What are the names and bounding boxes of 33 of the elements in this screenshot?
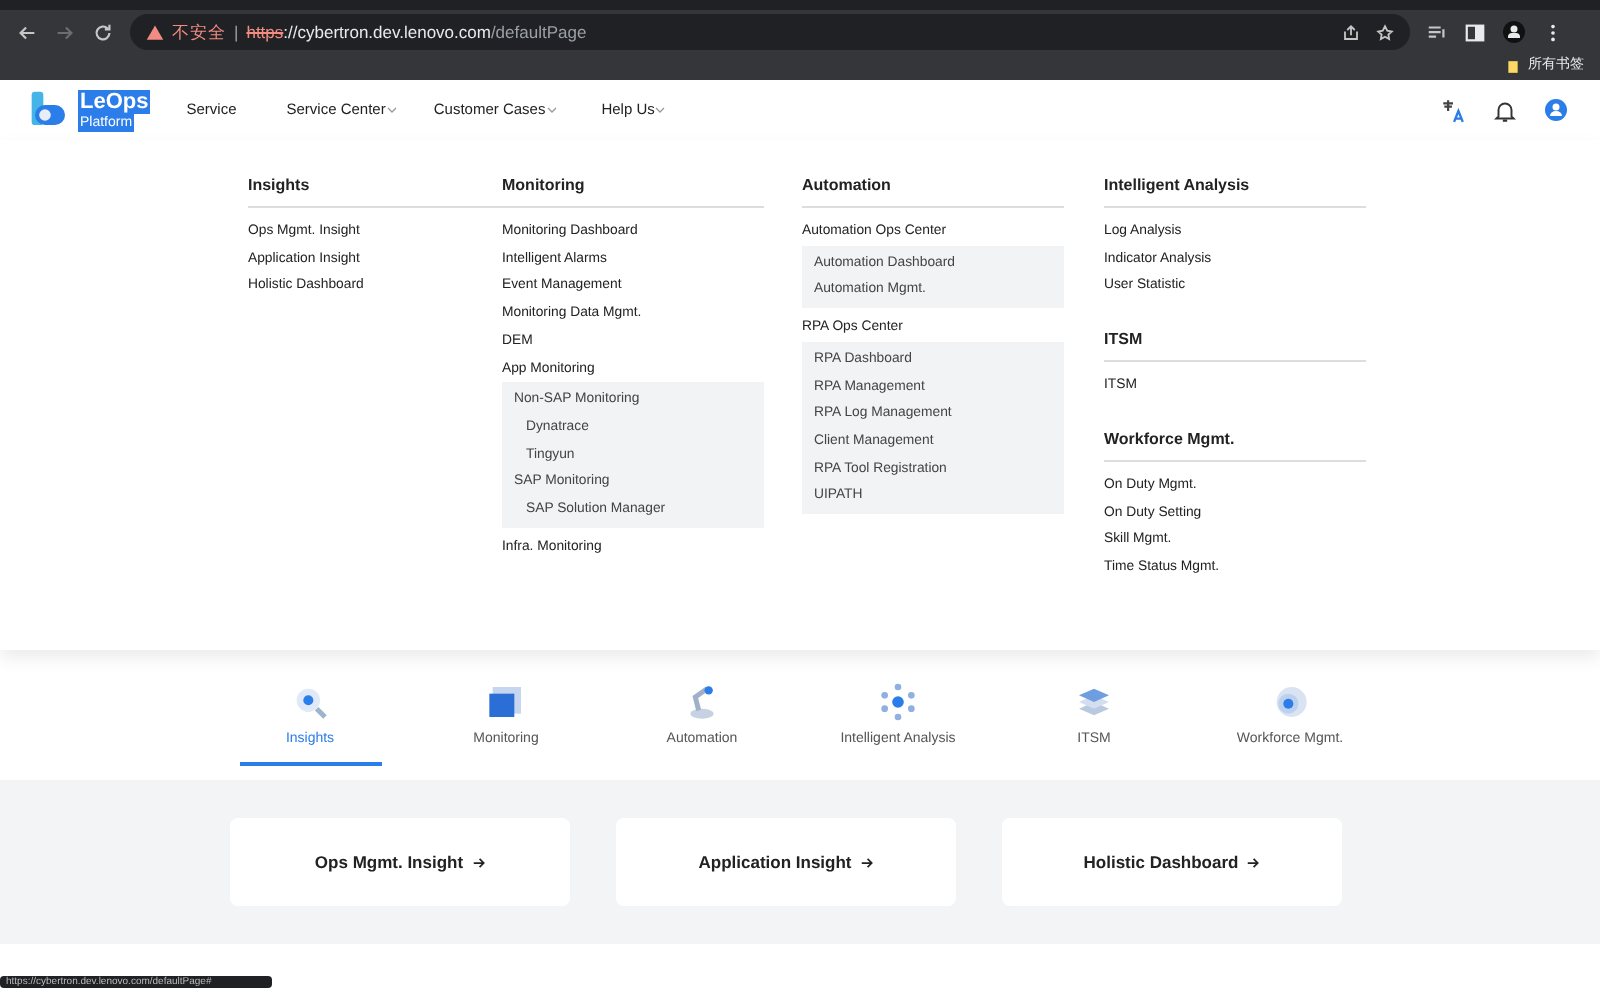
arrow-right-icon [1246,855,1261,869]
menu-heading: ITSM [1104,328,1366,363]
menu-heading: Monitoring [502,174,764,208]
translate-icon[interactable] [1440,97,1466,123]
shortcut-card[interactable]: Application Insight [616,818,956,906]
back-icon[interactable] [16,21,38,43]
menu-heading: Workforce Mgmt. [1104,427,1366,462]
address-bar[interactable]: 不安全 | https://cybertron.dev.lenovo.com/defaultPage [130,14,1410,50]
sidebar-icon[interactable] [1464,21,1486,43]
shortcut-card[interactable]: Holistic Dashboard [1002,818,1342,906]
chevron-down-icon [545,104,558,116]
bell-icon[interactable] [1492,97,1518,123]
arrow-right-icon [471,855,486,869]
folder-icon [1506,58,1520,76]
chevron-down-icon [654,104,667,116]
url-text: https://cybertron.dev.lenovo.com/defaultPage [246,19,587,45]
network-nodes-icon [878,682,918,722]
arrow-right-icon [859,855,874,869]
share-icon[interactable] [1342,23,1360,41]
security-warning: 不安全 [172,19,226,45]
user-avatar-icon[interactable] [1544,98,1568,122]
playlist-icon[interactable] [1426,21,1448,43]
logo-title: LeOps [78,89,151,113]
star-icon[interactable] [1376,23,1394,41]
menu-heading: Automation [802,174,1064,208]
chevron-down-icon [385,104,398,116]
url-separator: | [234,19,239,45]
reload-icon[interactable] [92,21,114,43]
profile-icon[interactable] [1502,20,1526,44]
menu-heading: Intelligent Analysis [1104,174,1366,208]
shortcut-card[interactable]: Ops Mgmt. Insight [230,818,570,906]
warning-icon [146,23,164,41]
monitor-icon [486,682,526,722]
